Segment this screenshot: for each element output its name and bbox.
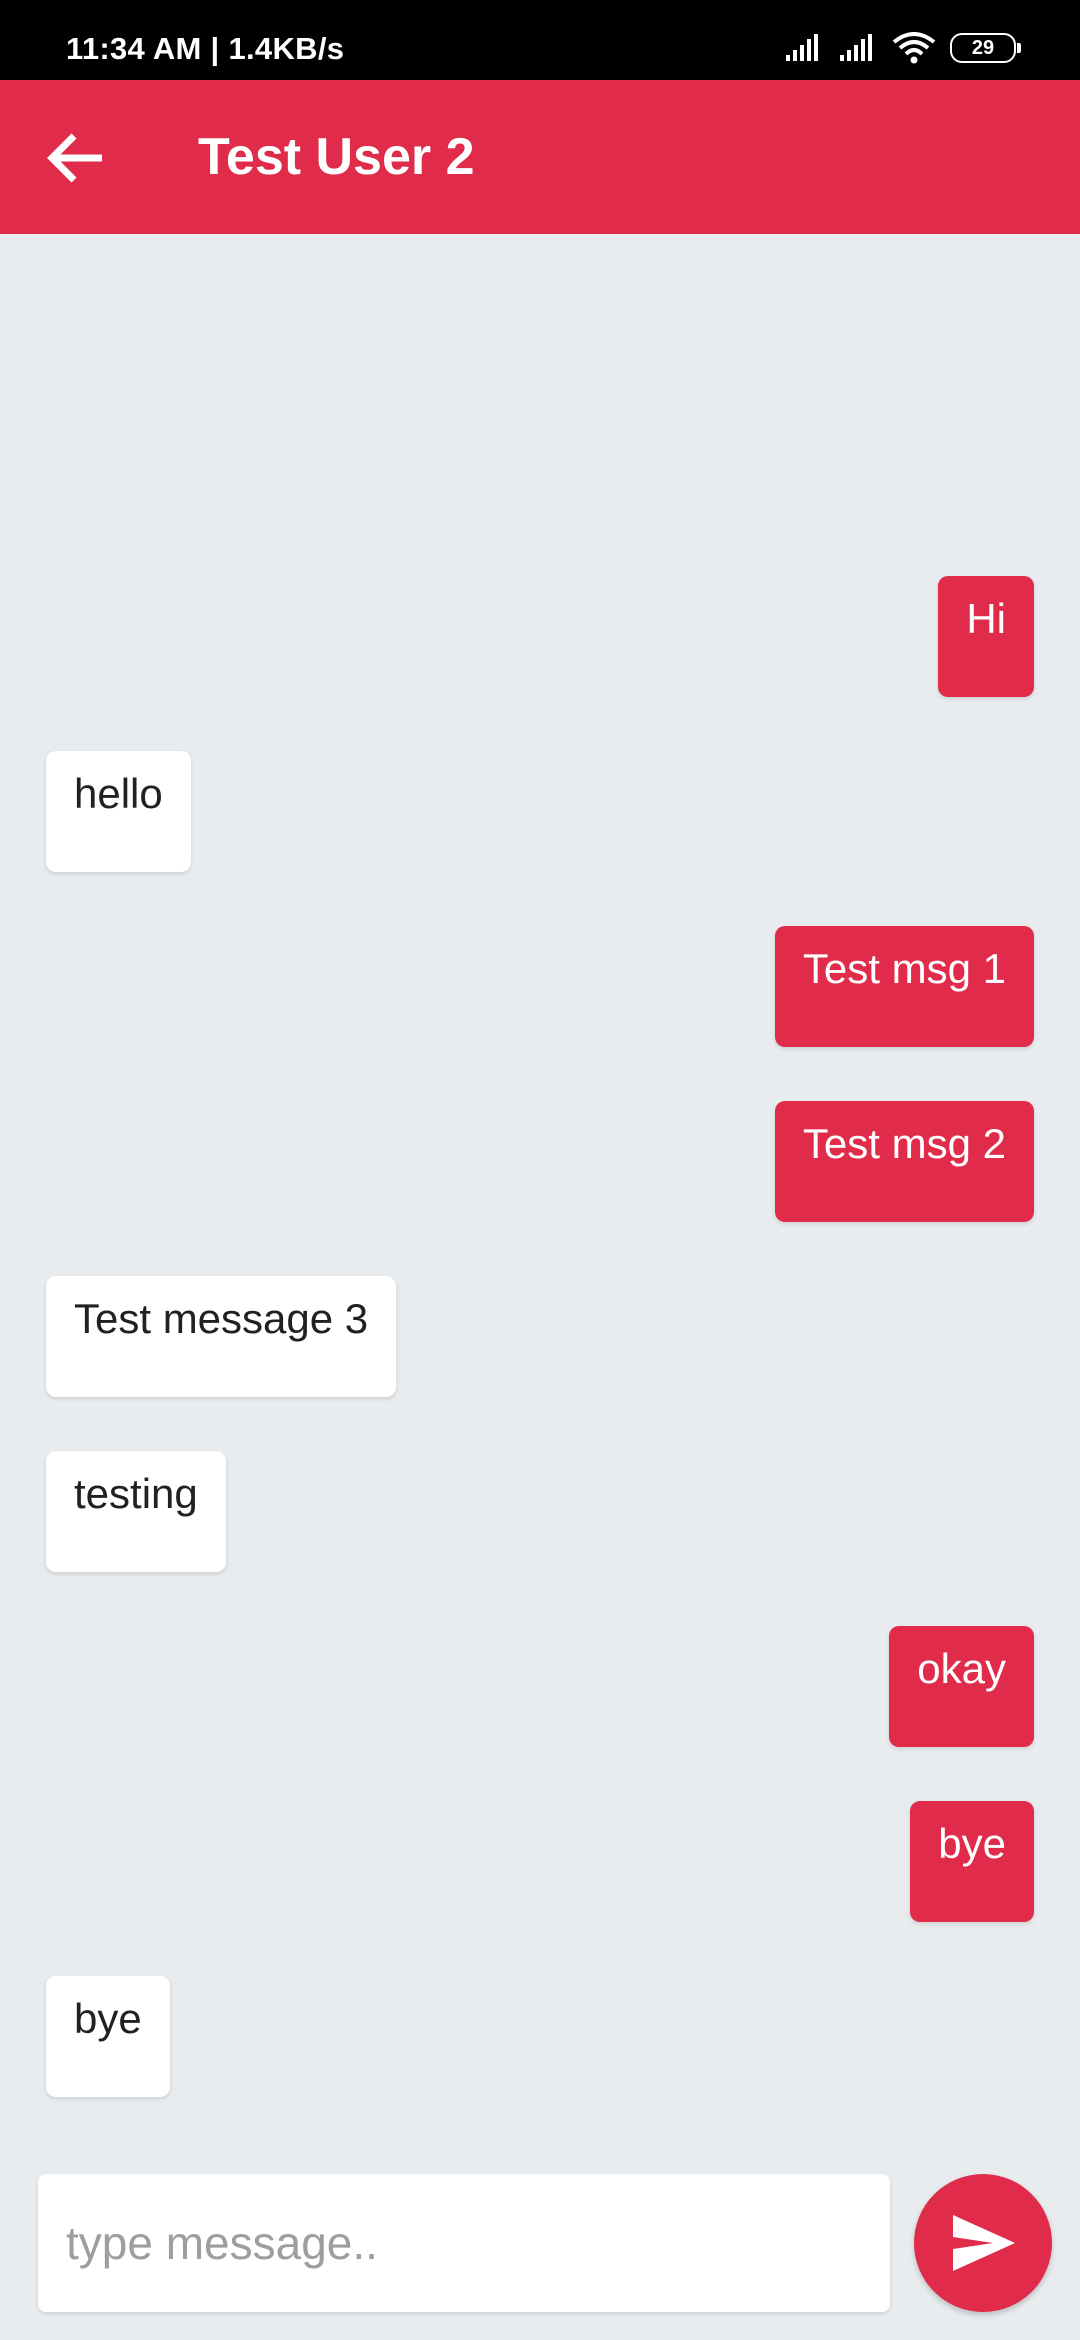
message-text: Test msg 2 [802,1120,1006,1167]
message-bubble-outgoing: Hi [938,576,1034,697]
arrow-left-icon [47,133,102,183]
battery-level: 29 [971,36,995,59]
message-text: Test msg 1 [802,945,1006,992]
message-bubble-incoming: testing [46,1451,226,1572]
message-bubble-outgoing: okay [889,1626,1034,1747]
status-time-speed: 11:34 AM | 1.4KB/s [66,31,345,66]
message-bubble-incoming: hello [46,751,191,872]
message-bubble-outgoing: bye [910,1801,1034,1922]
message-text: okay [917,1645,1006,1692]
cell-signal-icon [840,34,872,61]
message-bubble-outgoing: Test msg 2 [774,1101,1034,1222]
message-text: testing [74,1470,198,1517]
message-text: Test message 3 [74,1295,369,1342]
cell-signal-icon [786,34,818,61]
back-button[interactable] [40,122,112,194]
message-text: bye [74,1995,142,2042]
message-bubble-incoming: Test message 3 [46,1276,397,1397]
status-icons: 29 [784,30,1021,66]
message-composer [0,2164,1080,2340]
message-text: bye [938,1820,1006,1867]
message-input[interactable] [38,2174,890,2312]
status-bar: 11:34 AM | 1.4KB/s 29 [0,0,1080,80]
app-bar: Test User 2 [0,80,1080,234]
send-button[interactable] [914,2174,1052,2312]
send-icon [953,2215,1015,2271]
message-bubble-outgoing: Test msg 1 [774,926,1034,1047]
message-text: hello [74,770,163,817]
wifi-icon [892,32,936,64]
chat-title: Test User 2 [198,128,475,186]
message-list[interactable]: Hi hello Test msg 1 Test msg 2 Test mess… [0,234,1080,2164]
message-text: Hi [966,595,1006,642]
message-bubble-incoming: bye [46,1976,170,2097]
battery-icon: 29 [950,33,1021,63]
